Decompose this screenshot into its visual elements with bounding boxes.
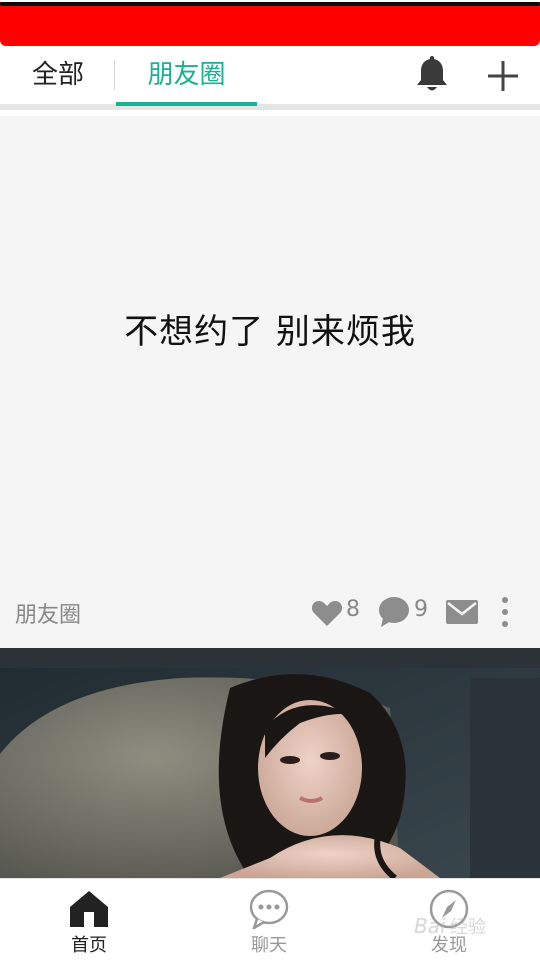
bottom-nav-chat-label: 聊天 xyxy=(251,935,287,956)
photo-woman-image xyxy=(0,648,540,878)
heart-icon[interactable] xyxy=(311,599,343,627)
tab-all[interactable]: 全部 xyxy=(12,46,104,104)
top-tab-bar: 全部 朋友圈 xyxy=(0,46,540,110)
photo-post-image[interactable] xyxy=(0,648,540,878)
bottom-nav-bar: 首页 聊天 发现 Bai 经验 xyxy=(0,878,540,960)
tab-moments[interactable]: 朋友圈 xyxy=(116,46,257,106)
red-status-banner xyxy=(0,2,540,46)
chat-bubble-icon xyxy=(249,889,289,929)
comment-icon[interactable] xyxy=(378,596,410,628)
bottom-nav-chat[interactable]: 聊天 xyxy=(209,879,329,960)
text-post-card[interactable]: 不想约了 别来烦我 朋友圈 8 9 xyxy=(0,116,540,648)
mail-icon[interactable] xyxy=(446,600,478,624)
baidu-jingyan-watermark: Bai 经验 xyxy=(414,914,486,938)
post-tag[interactable]: 朋友圈 xyxy=(15,597,81,629)
tab-divider xyxy=(114,60,115,90)
bottom-nav-home[interactable]: 首页 xyxy=(29,879,149,960)
more-vertical-icon[interactable] xyxy=(500,596,510,628)
svg-text:Bai: Bai xyxy=(414,914,446,938)
comment-count: 9 xyxy=(414,597,428,622)
plus-icon[interactable] xyxy=(486,59,520,93)
status-bar xyxy=(0,0,540,46)
bottom-nav-home-label: 首页 xyxy=(71,935,107,956)
svg-text:经验: 经验 xyxy=(450,917,486,938)
like-count: 8 xyxy=(346,597,360,622)
bell-icon[interactable] xyxy=(414,56,450,94)
home-icon xyxy=(70,891,108,927)
post-text: 不想约了 别来烦我 xyxy=(124,312,416,352)
